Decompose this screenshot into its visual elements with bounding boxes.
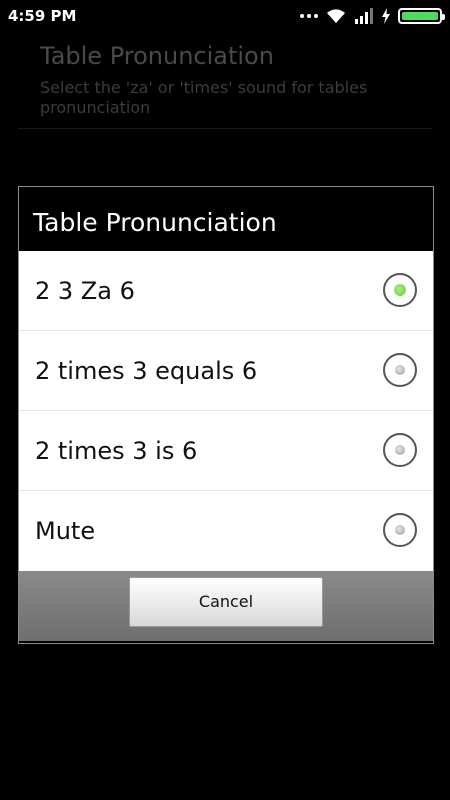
status-bar: 4:59 PM (0, 0, 450, 32)
option-list: 2 3 Za 6 2 times 3 equals 6 2 times 3 is… (19, 251, 433, 571)
divider (18, 128, 432, 129)
option-label: 2 times 3 is 6 (35, 437, 198, 465)
radio-dot-icon (394, 284, 406, 296)
more-dots-icon (300, 14, 318, 18)
charging-bolt-icon (382, 8, 390, 24)
option-za[interactable]: 2 3 Za 6 (19, 251, 433, 331)
preference-title: Table Pronunciation (40, 42, 274, 70)
status-icons (300, 6, 445, 26)
signal-icon (355, 8, 373, 24)
radio-button-checked[interactable] (383, 273, 417, 307)
radio-button[interactable] (383, 513, 417, 547)
radio-dot-icon (395, 525, 405, 535)
radio-button[interactable] (383, 353, 417, 387)
dialog-title: Table Pronunciation (33, 208, 277, 237)
wifi-icon (327, 9, 345, 23)
option-times-equals[interactable]: 2 times 3 equals 6 (19, 331, 433, 411)
option-times-is[interactable]: 2 times 3 is 6 (19, 411, 433, 491)
dialog-footer: Cancel (19, 571, 433, 641)
option-label: 2 3 Za 6 (35, 277, 135, 305)
status-time: 4:59 PM (8, 7, 77, 25)
pronunciation-dialog: Table Pronunciation 2 3 Za 6 2 times 3 e… (18, 186, 434, 644)
option-label: 2 times 3 equals 6 (35, 357, 258, 385)
preference-item-table-pronunciation: Table Pronunciation Select the 'za' or '… (40, 42, 430, 118)
battery-icon (398, 8, 445, 24)
radio-dot-icon (395, 365, 405, 375)
option-mute[interactable]: Mute (19, 491, 433, 571)
radio-dot-icon (395, 445, 405, 455)
option-label: Mute (35, 517, 96, 545)
preference-summary: Select the 'za' or 'times' sound for tab… (40, 78, 368, 117)
cancel-button[interactable]: Cancel (129, 577, 323, 627)
radio-button[interactable] (383, 433, 417, 467)
